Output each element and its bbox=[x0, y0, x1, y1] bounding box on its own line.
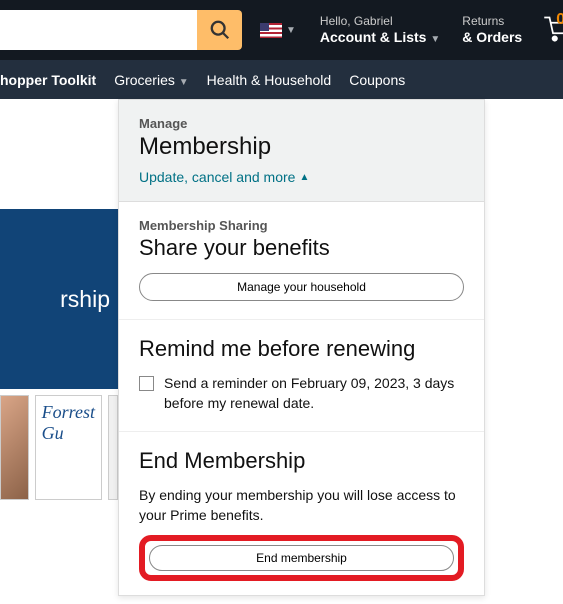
remind-section: Remind me before renewing Send a reminde… bbox=[119, 320, 484, 432]
account-lists-label: Account & Lists ▼ bbox=[320, 29, 440, 46]
header-bar: ▼ Hello, Gabriel Account & Lists ▼ Retur… bbox=[0, 0, 563, 60]
search-wrap bbox=[0, 10, 242, 50]
cart-count: 0 bbox=[556, 11, 563, 29]
locale-selector[interactable]: ▼ bbox=[252, 23, 304, 38]
chevron-down-icon: ▼ bbox=[179, 77, 189, 88]
share-section: Membership Sharing Share your benefits M… bbox=[119, 202, 484, 320]
remind-title: Remind me before renewing bbox=[139, 336, 464, 362]
manage-label: Manage bbox=[139, 116, 464, 131]
manage-title: Membership bbox=[139, 133, 464, 161]
end-section: End Membership By ending your membership… bbox=[119, 432, 484, 595]
membership-panel: Manage Membership Update, cancel and mor… bbox=[118, 99, 485, 596]
nav-bar: hopper Toolkit Groceries ▼ Health & Hous… bbox=[0, 60, 563, 99]
cart-icon-wrap: 0 bbox=[542, 14, 563, 47]
chevron-down-icon: ▼ bbox=[430, 34, 440, 45]
greeting-text: Hello, Gabriel bbox=[320, 14, 440, 28]
search-input[interactable] bbox=[0, 10, 197, 50]
returns-orders[interactable]: Returns & Orders bbox=[456, 14, 528, 45]
nav-item-coupons[interactable]: Coupons bbox=[349, 72, 405, 88]
update-cancel-link[interactable]: Update, cancel and more ▲ bbox=[139, 169, 309, 185]
end-description: By ending your membership you will lose … bbox=[139, 486, 464, 525]
end-membership-button[interactable]: End membership bbox=[149, 545, 454, 571]
thumbnail-1[interactable] bbox=[0, 395, 29, 500]
left-background: rship Forrest Gu bbox=[0, 99, 118, 604]
remind-text: Send a reminder on February 09, 2023, 3 … bbox=[164, 374, 464, 413]
remind-checkbox[interactable] bbox=[139, 376, 154, 391]
cart-link[interactable]: 0 Cart bbox=[538, 14, 563, 47]
content-area: rship Forrest Gu Manage Membership Updat… bbox=[0, 99, 563, 604]
share-label: Membership Sharing bbox=[139, 218, 464, 233]
banner-panel: rship bbox=[0, 209, 118, 389]
us-flag-icon bbox=[260, 23, 282, 38]
returns-top: Returns bbox=[462, 14, 522, 28]
search-icon bbox=[209, 19, 231, 41]
nav-item-groceries[interactable]: Groceries ▼ bbox=[114, 72, 188, 88]
thumbnail-row: Forrest Gu bbox=[0, 395, 118, 500]
manage-household-button[interactable]: Manage your household bbox=[139, 273, 464, 301]
end-highlight: End membership bbox=[139, 535, 464, 581]
thumbnail-2[interactable]: Forrest Gu bbox=[35, 395, 102, 500]
banner-text: rship bbox=[60, 286, 110, 313]
account-menu[interactable]: Hello, Gabriel Account & Lists ▼ bbox=[314, 14, 446, 45]
nav-item-health[interactable]: Health & Household bbox=[207, 72, 332, 88]
panel-header: Manage Membership Update, cancel and mor… bbox=[119, 100, 484, 202]
share-title: Share your benefits bbox=[139, 235, 464, 261]
returns-bottom: & Orders bbox=[462, 29, 522, 46]
chevron-up-icon: ▲ bbox=[299, 172, 309, 183]
chevron-down-icon: ▼ bbox=[286, 25, 296, 36]
end-title: End Membership bbox=[139, 448, 464, 474]
update-cancel-text: Update, cancel and more bbox=[139, 169, 295, 185]
thumbnail-3[interactable] bbox=[108, 395, 118, 500]
nav-item-toolkit[interactable]: hopper Toolkit bbox=[0, 72, 96, 88]
search-button[interactable] bbox=[197, 10, 242, 50]
